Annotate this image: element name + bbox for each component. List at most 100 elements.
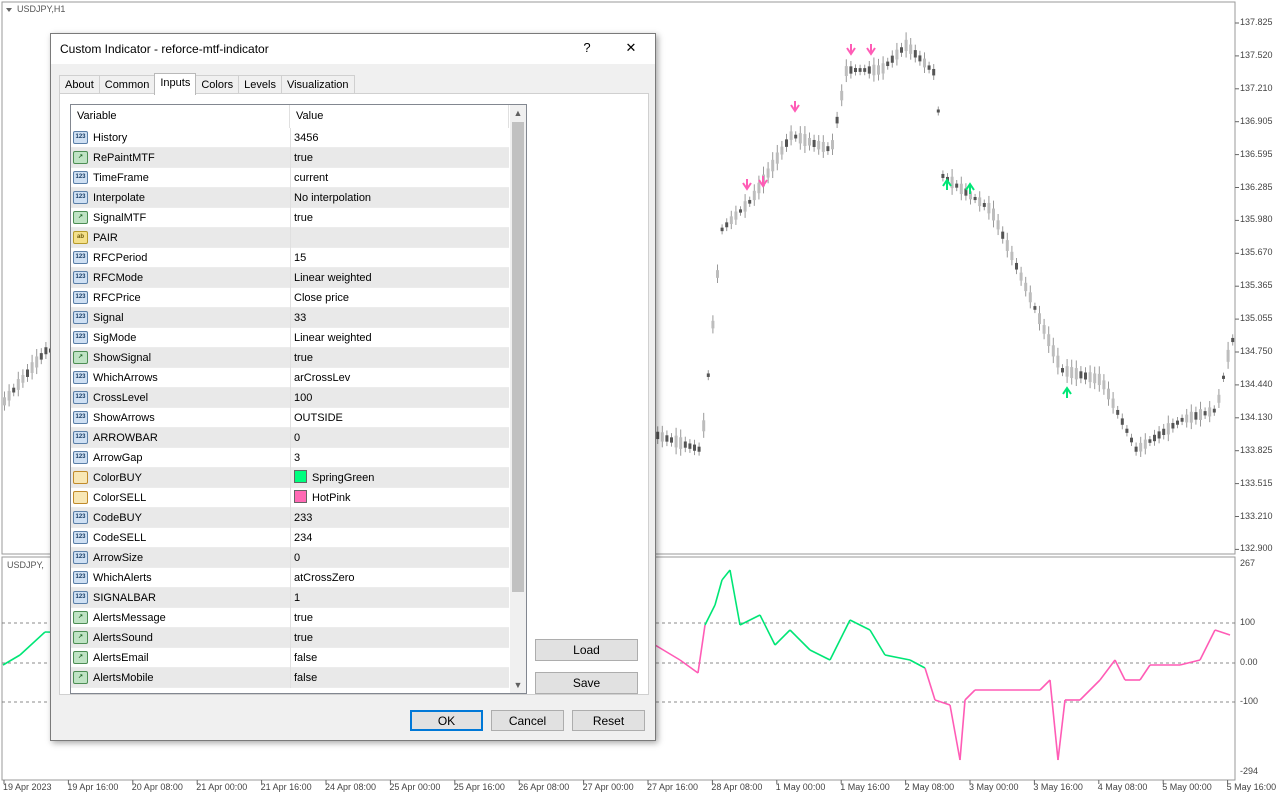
param-row[interactable]: 123 RFCPrice Close price <box>71 288 509 308</box>
param-row[interactable]: ↗ ShowSignal true <box>71 348 509 368</box>
param-value[interactable]: Close price <box>290 288 509 308</box>
param-row[interactable]: ↗ AlertsMessage true <box>71 608 509 628</box>
param-value[interactable]: false <box>290 648 509 668</box>
param-value[interactable] <box>290 228 509 248</box>
oscillator-segment <box>697 624 706 674</box>
param-value[interactable]: true <box>290 148 509 168</box>
candle-body <box>39 353 43 360</box>
tab-bar: About Common Inputs Colors Levels Visualizati… <box>59 73 355 95</box>
candle-body <box>950 176 954 189</box>
column-header-variable[interactable]: Variable <box>71 105 290 128</box>
param-row[interactable]: ab PAIR <box>71 228 509 248</box>
param-row[interactable]: 123 Signal 33 <box>71 308 509 328</box>
ok-button[interactable]: OK <box>410 710 483 731</box>
param-row[interactable]: ColorSELL HotPink <box>71 488 509 508</box>
save-button[interactable]: Save <box>535 672 638 694</box>
param-row[interactable]: 123 RFCMode Linear weighted <box>71 268 509 288</box>
param-value[interactable]: false <box>290 668 509 688</box>
param-value[interactable]: true <box>290 628 509 648</box>
param-row[interactable]: ↗ RePaintMTF true <box>71 148 509 168</box>
param-row[interactable]: 123 CodeSELL 234 <box>71 528 509 548</box>
param-row[interactable]: 123 History 3456 <box>71 128 509 148</box>
scrollbar-thumb[interactable] <box>512 122 524 592</box>
param-value[interactable]: Linear weighted <box>290 328 509 348</box>
param-row[interactable]: ↗ AlertsMobile false <box>71 668 509 688</box>
candle-body <box>21 374 25 383</box>
param-value[interactable]: OUTSIDE <box>290 408 509 428</box>
candle-body <box>1222 375 1225 379</box>
tab-levels[interactable]: Levels <box>238 75 282 94</box>
param-value[interactable]: atCrossZero <box>290 568 509 588</box>
candle-body <box>1148 439 1152 443</box>
scroll-down-arrow-icon[interactable]: ▼ <box>510 677 526 693</box>
param-row[interactable]: 123 ARROWBAR 0 <box>71 428 509 448</box>
param-value[interactable]: 33 <box>290 308 509 328</box>
tab-common[interactable]: Common <box>98 75 156 94</box>
param-name: ColorBUY <box>93 472 142 484</box>
time-axis-label: 21 Apr 00:00 <box>196 782 248 792</box>
price-axis-label: 134.440 <box>1240 378 1273 389</box>
param-row[interactable]: 123 RFCPeriod 15 <box>71 248 509 268</box>
price-axis-label: 135.980 <box>1240 214 1273 225</box>
param-value[interactable]: current <box>290 168 509 188</box>
param-row[interactable]: 123 WhichArrows arCrossLev <box>71 368 509 388</box>
param-row[interactable]: 123 SIGNALBAR 1 <box>71 588 509 608</box>
price-axis-label: 134.750 <box>1240 346 1273 356</box>
candle-body <box>936 109 940 113</box>
param-value[interactable]: true <box>290 348 509 368</box>
param-row[interactable]: ↗ AlertsSound true <box>71 628 509 648</box>
candle-body <box>1042 325 1046 334</box>
cancel-button[interactable]: Cancel <box>491 710 564 731</box>
param-value[interactable]: 0 <box>290 428 509 448</box>
param-value[interactable]: No interpolation <box>290 188 509 208</box>
tab-colors[interactable]: Colors <box>195 75 240 94</box>
param-value[interactable]: 1 <box>290 588 509 608</box>
oscillator-segment <box>679 659 699 674</box>
candle-body <box>789 131 793 140</box>
param-row[interactable]: 123 TimeFrame current <box>71 168 509 188</box>
column-header-value[interactable]: Value <box>290 105 509 128</box>
tab-inputs[interactable]: Inputs <box>154 73 197 95</box>
param-name: AlertsMessage <box>93 612 166 624</box>
candle-body <box>1028 292 1032 303</box>
param-row[interactable]: 123 ArrowGap 3 <box>71 448 509 468</box>
param-value[interactable]: HotPink <box>290 488 509 508</box>
param-value[interactable]: 234 <box>290 528 509 548</box>
param-value[interactable]: arCrossLev <box>290 368 509 388</box>
param-value[interactable]: 15 <box>290 248 509 268</box>
param-row[interactable]: 123 ArrowSize 0 <box>71 548 509 568</box>
param-row[interactable]: 123 CrossLevel 100 <box>71 388 509 408</box>
param-value[interactable]: true <box>290 208 509 228</box>
param-row[interactable]: 123 ShowArrows OUTSIDE <box>71 408 509 428</box>
param-row[interactable]: ↗ AlertsEmail false <box>71 648 509 668</box>
scroll-up-arrow-icon[interactable]: ▲ <box>510 105 526 121</box>
tab-visualization[interactable]: Visualization <box>280 75 355 94</box>
reset-button[interactable]: Reset <box>572 710 645 731</box>
param-row[interactable]: 123 Interpolate No interpolation <box>71 188 509 208</box>
param-row[interactable]: 123 CodeBUY 233 <box>71 508 509 528</box>
param-value[interactable]: 3 <box>290 448 509 468</box>
grid-scrollbar[interactable]: ▲ ▼ <box>510 105 526 693</box>
param-row[interactable]: ColorBUY SpringGreen <box>71 468 509 488</box>
param-value[interactable]: 0 <box>290 548 509 568</box>
collapse-triangle-icon[interactable] <box>6 8 12 12</box>
help-button[interactable]: ? <box>577 40 597 58</box>
candle-body <box>1125 428 1129 433</box>
param-value[interactable]: 100 <box>290 388 509 408</box>
load-button[interactable]: Load <box>535 639 638 661</box>
close-icon[interactable]: ✕ <box>621 40 641 58</box>
param-row[interactable]: 123 WhichAlerts atCrossZero <box>71 568 509 588</box>
oscillator-segment <box>884 654 911 661</box>
param-row[interactable]: 123 SigMode Linear weighted <box>71 328 509 348</box>
int-type-icon: 123 <box>73 411 88 424</box>
param-value[interactable]: Linear weighted <box>290 268 509 288</box>
param-value[interactable]: 233 <box>290 508 509 528</box>
tab-about[interactable]: About <box>59 75 100 94</box>
param-value[interactable]: SpringGreen <box>290 468 509 488</box>
param-row[interactable]: ↗ SignalMTF true <box>71 208 509 228</box>
param-value[interactable]: true <box>290 608 509 628</box>
candle-body <box>785 139 788 147</box>
param-value[interactable]: 3456 <box>290 128 509 148</box>
candle-body <box>835 116 839 124</box>
price-axis-label: 134.130 <box>1240 411 1273 422</box>
